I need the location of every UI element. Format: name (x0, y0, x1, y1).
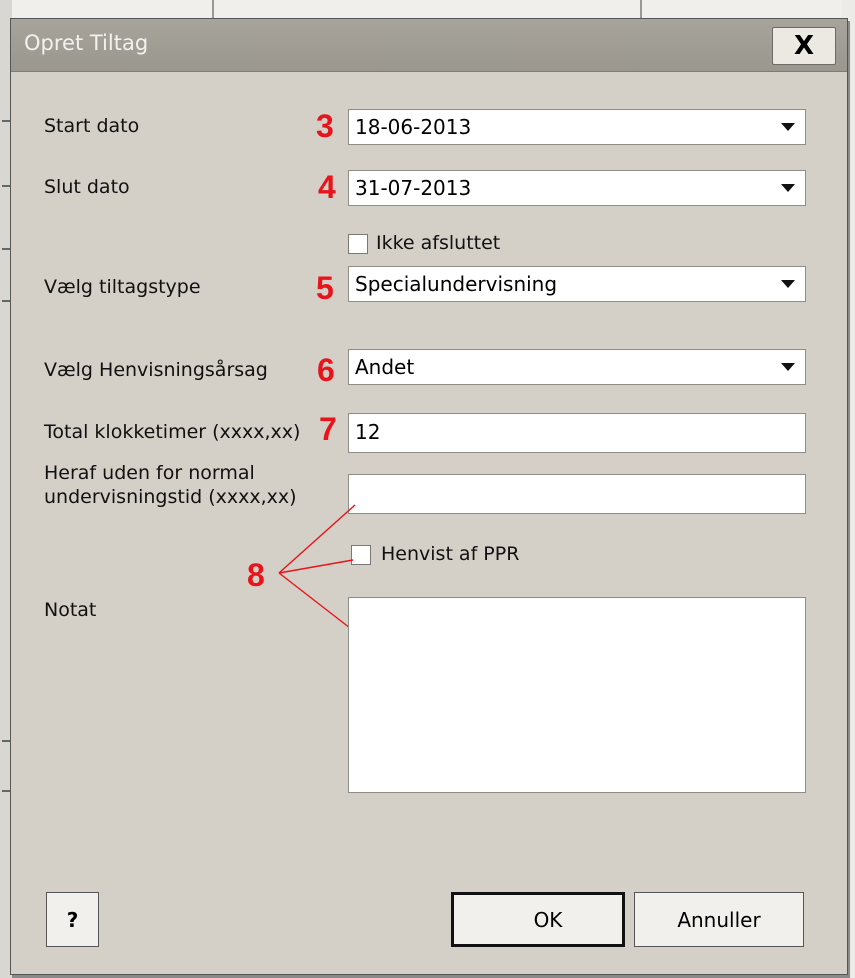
note-textarea[interactable] (348, 597, 806, 793)
dialog-title: Opret Tiltag (24, 31, 149, 55)
background-divider (212, 0, 214, 18)
start-date-label: Start dato (44, 115, 140, 137)
dropdown-arrow-icon[interactable] (773, 112, 803, 142)
outside-hours-label: Heraf uden for normal undervisningstid (… (44, 462, 297, 508)
background-window-top (12, 0, 842, 18)
not-ended-label: Ikke afsluttet (376, 232, 501, 254)
background-tick (2, 300, 10, 302)
close-button[interactable]: X (772, 27, 836, 65)
start-date-value: 18-06-2013 (355, 115, 472, 139)
ok-button-label: OK (533, 907, 563, 932)
dropdown-arrow-icon[interactable] (773, 269, 803, 299)
measure-type-select[interactable]: Specialundervisning (348, 266, 806, 302)
background-tick (2, 120, 10, 122)
background-tick (2, 790, 10, 792)
dropdown-arrow-icon[interactable] (773, 352, 803, 382)
help-button[interactable]: ? (46, 892, 99, 947)
background-divider (640, 0, 642, 18)
measure-type-label: Vælg tiltagstype (44, 276, 201, 298)
annotation-4: 4 (318, 169, 336, 205)
dialog-titlebar[interactable]: Opret Tiltag X (11, 19, 847, 72)
total-hours-input[interactable]: 12 (348, 413, 806, 453)
create-measure-dialog: Opret Tiltag X Start dato 3 18-06-2013 S… (10, 18, 848, 975)
annotation-8: 8 (247, 557, 265, 593)
referral-reason-label: Vælg Henvisningsårsag (44, 359, 268, 381)
dropdown-arrow-icon[interactable] (773, 173, 803, 203)
measure-type-value: Specialundervisning (355, 272, 558, 296)
end-date-value: 31-07-2013 (355, 176, 472, 200)
ok-button[interactable]: OK (451, 892, 625, 947)
note-label: Notat (44, 599, 97, 621)
start-date-picker[interactable]: 18-06-2013 (348, 109, 806, 145)
cancel-button[interactable]: Annuller (634, 892, 804, 947)
end-date-picker[interactable]: 31-07-2013 (348, 170, 806, 206)
background-tick (2, 740, 10, 742)
not-ended-checkbox[interactable] (348, 234, 368, 254)
annotation-3: 3 (316, 108, 334, 144)
referral-reason-select[interactable]: Andet (348, 349, 806, 385)
annotation-6: 6 (317, 352, 335, 388)
end-date-label: Slut dato (44, 176, 130, 198)
referral-reason-value: Andet (355, 355, 415, 379)
background-tick (2, 185, 10, 187)
total-hours-value: 12 (355, 420, 381, 444)
annotation-7: 7 (319, 411, 337, 447)
background-tick (2, 248, 10, 250)
total-hours-label: Total klokketimer (xxxx,xx) (44, 421, 301, 443)
referred-ppr-label: Henvist af PPR (381, 543, 520, 565)
annotation-5: 5 (316, 270, 334, 306)
outside-hours-input[interactable] (348, 474, 806, 514)
